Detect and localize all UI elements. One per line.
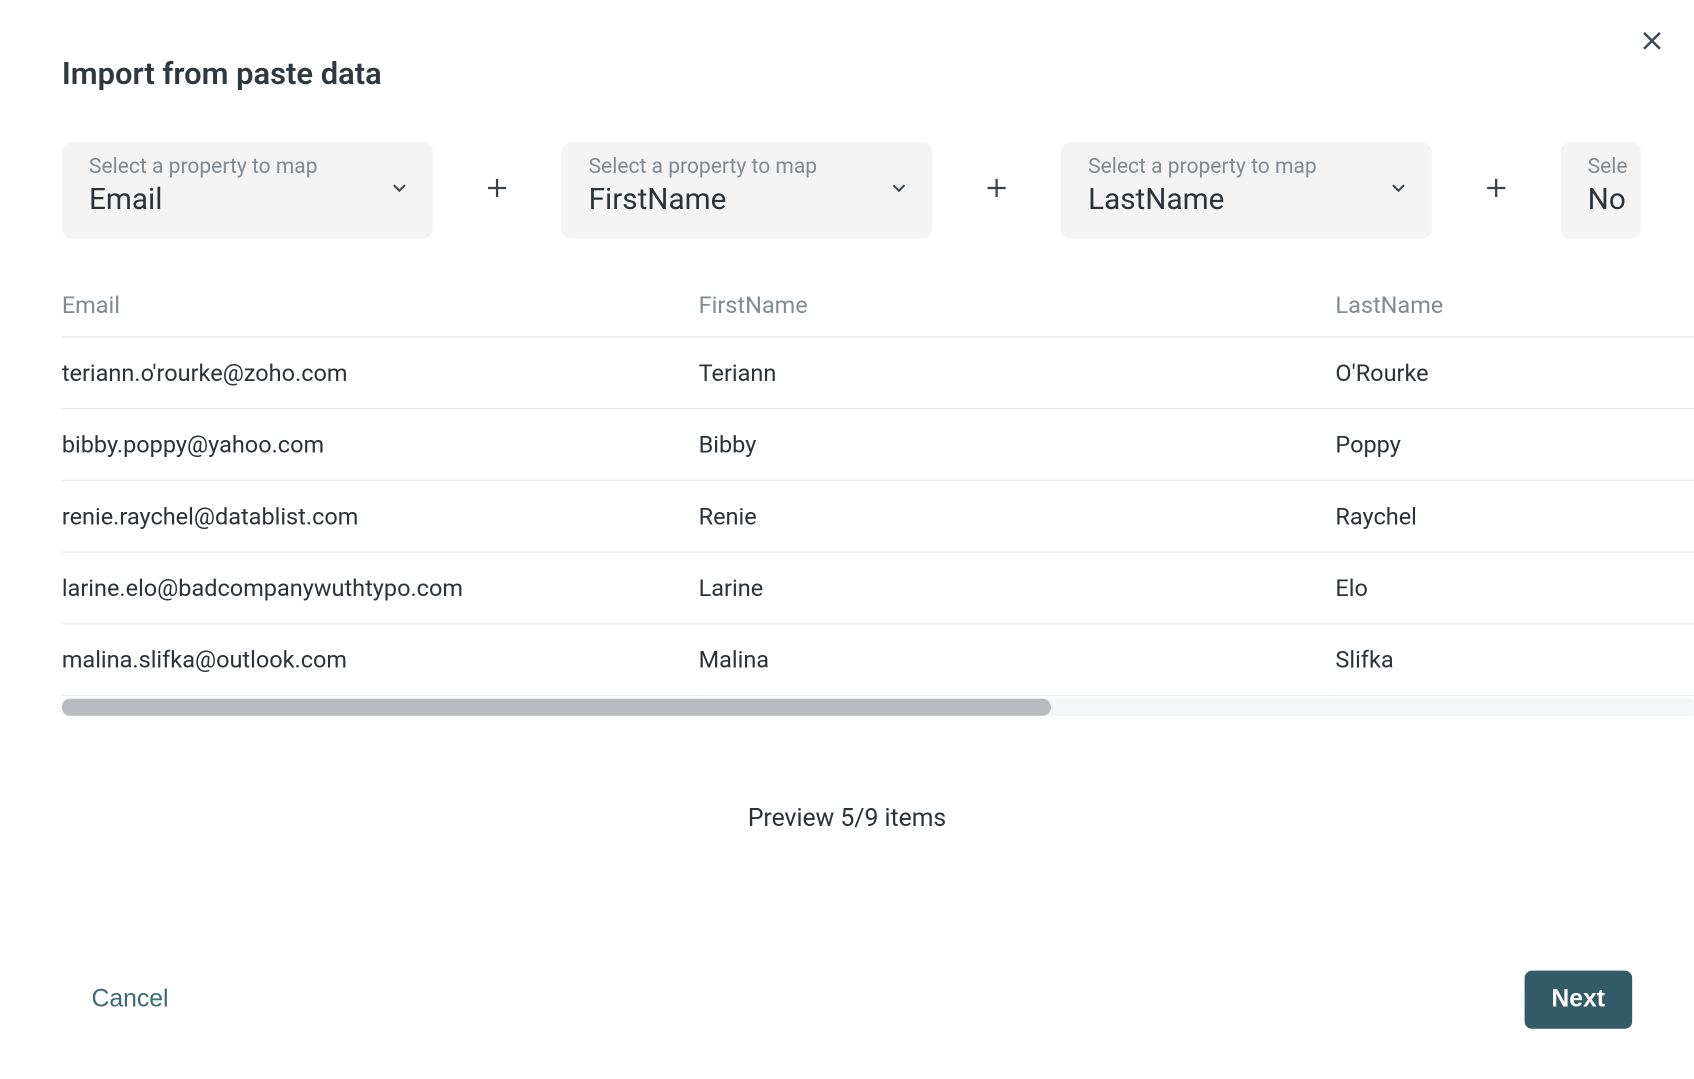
preview-table: Email FirstName LastName Notes teriann.o… [62, 276, 1694, 696]
cell-firstname: Malina [699, 624, 1336, 696]
next-button[interactable]: Next [1524, 971, 1632, 1029]
plus-icon [483, 174, 510, 206]
table-row: malina.slifka@outlook.com Malina Slifka [62, 624, 1694, 696]
close-button[interactable] [1632, 22, 1672, 62]
table-row: bibby.poppy@yahoo.com Bibby Poppy [62, 409, 1694, 481]
cell-email: malina.slifka@outlook.com [62, 624, 699, 696]
map-select-label: Select a property to map [1088, 155, 1409, 180]
mapping-row: Select a property to map Email Select a … [0, 93, 1694, 239]
preview-table-wrap: Email FirstName LastName Notes teriann.o… [62, 276, 1694, 696]
cell-lastname: Slifka [1335, 624, 1694, 696]
plus-icon [983, 174, 1010, 206]
cancel-button[interactable]: Cancel [84, 984, 176, 1015]
table-row: teriann.o'rourke@zoho.com Teriann O'Rour… [62, 337, 1694, 409]
map-select-value: No [1588, 182, 1619, 217]
cell-email: teriann.o'rourke@zoho.com [62, 337, 699, 409]
cell-firstname: Larine [699, 552, 1336, 624]
cell-lastname: O'Rourke [1335, 337, 1694, 409]
map-select-email[interactable]: Select a property to map Email [62, 142, 433, 238]
chevron-down-icon [388, 177, 410, 204]
dialog-title: Import from paste data [0, 0, 1694, 93]
cell-email: bibby.poppy@yahoo.com [62, 409, 699, 481]
import-dialog: Import from paste data Select a property… [0, 0, 1694, 1078]
map-select-value: LastName [1088, 182, 1409, 217]
chevron-down-icon [1387, 177, 1409, 204]
cell-lastname: Raychel [1335, 480, 1694, 552]
map-select-label: Select a property to map [89, 155, 410, 180]
table-row: renie.raychel@datablist.com Renie Rayche… [62, 480, 1694, 552]
column-separator [932, 142, 1061, 238]
horizontal-scrollbar-thumb[interactable] [62, 699, 1051, 716]
map-select-notes[interactable]: Sele No [1560, 142, 1640, 238]
map-select-firstname[interactable]: Select a property to map FirstName [561, 142, 932, 238]
cell-email: renie.raychel@datablist.com [62, 480, 699, 552]
close-icon [1638, 27, 1665, 58]
map-select-value: Email [89, 182, 410, 217]
cell-firstname: Teriann [699, 337, 1336, 409]
column-separator [1432, 142, 1561, 238]
cell-firstname: Bibby [699, 409, 1336, 481]
table-row: larine.elo@badcompanywuthtypo.com Larine… [62, 552, 1694, 624]
cell-email: larine.elo@badcompanywuthtypo.com [62, 552, 699, 624]
cell-firstname: Renie [699, 480, 1336, 552]
plus-icon [1483, 174, 1510, 206]
col-header-email: Email [62, 276, 699, 337]
map-select-lastname[interactable]: Select a property to map LastName [1061, 142, 1432, 238]
map-select-label: Select a property to map [589, 155, 910, 180]
cell-lastname: Elo [1335, 552, 1694, 624]
footer: Cancel Next [0, 971, 1694, 1029]
cell-lastname: Poppy [1335, 409, 1694, 481]
chevron-down-icon [888, 177, 910, 204]
horizontal-scrollbar[interactable] [62, 699, 1694, 716]
col-header-firstname: FirstName [699, 276, 1336, 337]
map-select-value: FirstName [589, 182, 910, 217]
column-separator [433, 142, 562, 238]
col-header-lastname: LastName [1335, 276, 1694, 337]
map-select-label: Sele [1588, 155, 1619, 180]
preview-count: Preview 5/9 items [0, 802, 1694, 832]
